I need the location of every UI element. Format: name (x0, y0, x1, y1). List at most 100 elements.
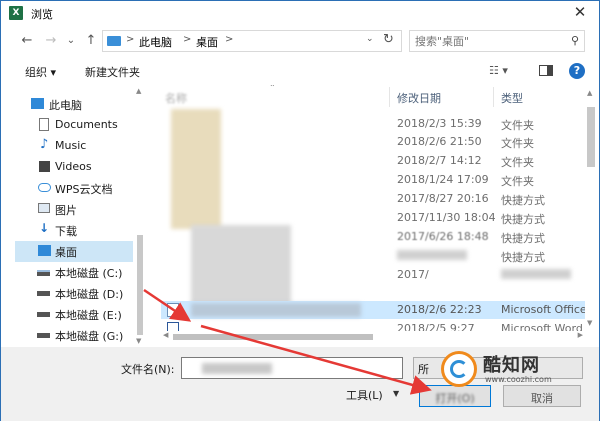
scrollbar-thumb[interactable] (137, 235, 143, 335)
breadcrumb-desktop[interactable]: 桌面 (196, 34, 218, 50)
file-row[interactable]: 2017/ (161, 266, 585, 284)
sidebar-item-drive-d[interactable]: 本地磁盘 (D:) (15, 283, 133, 304)
watermark-url: www.coozhi.com (485, 375, 552, 384)
file-row[interactable]: 2018/1/24 17:09 文件夹 (161, 171, 585, 189)
sort-ascending-icon: ⌃ (269, 85, 276, 92)
sidebar-item-drive-c[interactable]: 本地磁盘 (C:) (15, 262, 133, 283)
sidebar-item-label: 本地磁盘 (G:) (55, 330, 124, 343)
column-header-type[interactable]: 类型 (501, 85, 523, 107)
sidebar-item-label: 下载 (55, 225, 77, 238)
search-icon[interactable]: ⚲ (571, 34, 579, 47)
file-list: 名称 ⌃ 修改日期 类型 2018/2/3 15:39 文件夹 2018/2/6… (161, 85, 585, 331)
scroll-right-icon[interactable]: ▶ (578, 331, 583, 339)
scroll-down-icon[interactable]: ▼ (587, 319, 592, 327)
sidebar-item-downloads[interactable]: ↓ 下载 (15, 220, 133, 241)
file-type: 文件夹 (501, 156, 534, 169)
file-row[interactable]: 2018/2/3 15:39 文件夹 (161, 115, 585, 133)
file-row[interactable]: 2017/11/30 18:04 快捷方式 (161, 209, 585, 227)
tools-dropdown-icon[interactable]: ▼ (393, 389, 399, 398)
filename-label: 文件名(N): (121, 363, 175, 376)
excel-app-icon: X (9, 6, 23, 20)
organize-button[interactable]: 组织 ▾ (25, 64, 56, 80)
file-type: 快捷方式 (501, 194, 545, 207)
blurred-date (397, 250, 467, 260)
file-row[interactable]: 2018/2/6 21:50 文件夹 (161, 133, 585, 151)
up-arrow-icon[interactable]: ↑ (83, 33, 99, 49)
search-box[interactable]: ⚲ (409, 30, 585, 52)
sidebar-item-label: WPS云文档 (55, 183, 113, 196)
column-header-modified[interactable]: 修改日期 (397, 85, 441, 107)
file-type: Microsoft Office (501, 303, 585, 316)
sidebar-item-wps-cloud[interactable]: WPS云文档 (15, 178, 133, 199)
file-modified-date: 2017/6/26 18:48 (397, 230, 489, 243)
navigation-pane-scrollbar[interactable]: ▲ ▼ (135, 85, 145, 347)
sidebar-item-label: 图片 (55, 204, 77, 217)
file-type: Microsoft Word (501, 322, 583, 331)
window-title: 浏览 (31, 8, 53, 21)
sidebar-item-label: Documents (55, 118, 118, 131)
recent-locations-chevron-icon[interactable]: ⌄ (63, 33, 79, 49)
title-bar: X 浏览 ✕ (1, 1, 599, 25)
breadcrumb-this-pc[interactable]: 此电脑 (139, 34, 172, 50)
pc-icon (107, 36, 121, 46)
sidebar-item-label: Videos (55, 160, 92, 173)
scroll-down-icon[interactable]: ▼ (136, 337, 141, 345)
file-modified-date: 2017/ (397, 268, 429, 281)
file-type: 文件夹 (501, 175, 534, 188)
sidebar-item-music[interactable]: ♪ Music (15, 136, 133, 157)
scroll-up-icon[interactable]: ▲ (136, 87, 141, 95)
column-divider[interactable] (493, 87, 494, 107)
file-modified-date: 2018/1/24 17:09 (397, 173, 489, 186)
drive-icon (37, 333, 50, 338)
sidebar-item-label: 此电脑 (49, 99, 82, 112)
file-row[interactable]: 2018/2/5 9:27 Microsoft Word (161, 320, 585, 331)
sidebar-item-this-pc[interactable]: 此电脑 (15, 94, 133, 115)
file-row[interactable]: 2017/6/26 18:48 快捷方式 (161, 228, 585, 246)
help-icon[interactable]: ? (569, 63, 585, 79)
view-options-icon[interactable]: ☷ ▾ (489, 64, 508, 77)
sidebar-item-videos[interactable]: Videos (15, 157, 133, 178)
sidebar-item-documents[interactable]: Documents (15, 115, 133, 136)
music-icon: ♪ (40, 137, 49, 152)
file-list-horizontal-scrollbar[interactable]: ◀ ▶ (161, 331, 585, 343)
preview-pane-icon[interactable] (539, 65, 553, 76)
new-folder-button[interactable]: 新建文件夹 (85, 64, 140, 80)
close-button[interactable]: ✕ (571, 3, 589, 21)
column-header-name[interactable]: 名称 (165, 85, 187, 107)
file-modified-date: 2018/2/3 15:39 (397, 117, 482, 130)
sidebar-item-label: 本地磁盘 (E:) (55, 309, 122, 322)
file-list-vertical-scrollbar[interactable]: ▲ ▼ (585, 85, 597, 333)
search-input[interactable] (415, 33, 565, 49)
back-arrow-icon[interactable]: ← (19, 33, 35, 49)
file-row-selected[interactable]: 2018/2/6 22:23 Microsoft Office (161, 301, 585, 319)
sidebar-item-desktop[interactable]: 桌面 (15, 241, 133, 262)
file-row[interactable]: 2017/8/27 20:16 快捷方式 (161, 190, 585, 208)
file-row[interactable]: 快捷方式 (161, 247, 585, 265)
file-type: 文件夹 (501, 119, 534, 132)
sidebar-item-drive-e[interactable]: 本地磁盘 (E:) (15, 304, 133, 325)
scroll-left-icon[interactable]: ◀ (163, 331, 168, 339)
file-type-value: 所 (418, 363, 429, 376)
download-icon: ↓ (39, 221, 50, 235)
sidebar-item-pictures[interactable]: 图片 (15, 199, 133, 220)
address-bar[interactable]: > 此电脑 > 桌面 > ⌄ ↻ (102, 30, 402, 52)
blurred-filename (202, 363, 272, 374)
sidebar-item-drive-g[interactable]: 本地磁盘 (G:) (15, 325, 133, 346)
file-row[interactable]: 2018/2/7 14:12 文件夹 (161, 152, 585, 170)
scroll-up-icon[interactable]: ▲ (587, 89, 592, 97)
file-type: 文件夹 (501, 137, 534, 150)
breadcrumb-separator-icon: > (183, 34, 192, 45)
file-modified-date: 2018/2/7 14:12 (397, 154, 482, 167)
tools-button[interactable]: 工具(L) (346, 387, 383, 403)
file-modified-date: 2017/8/27 20:16 (397, 192, 489, 205)
column-divider[interactable] (389, 87, 390, 107)
sidebar-item-label: 桌面 (55, 246, 77, 259)
refresh-icon[interactable]: ↻ (383, 32, 394, 47)
sidebar-item-label: 本地磁盘 (C:) (55, 267, 123, 280)
scrollbar-thumb[interactable] (173, 334, 373, 340)
scrollbar-thumb[interactable] (587, 107, 595, 167)
address-dropdown-icon[interactable]: ⌄ (366, 34, 374, 44)
forward-arrow-icon[interactable]: → (43, 33, 59, 49)
filename-input[interactable] (181, 357, 403, 379)
file-modified-date: 2018/2/5 9:27 (397, 322, 475, 331)
